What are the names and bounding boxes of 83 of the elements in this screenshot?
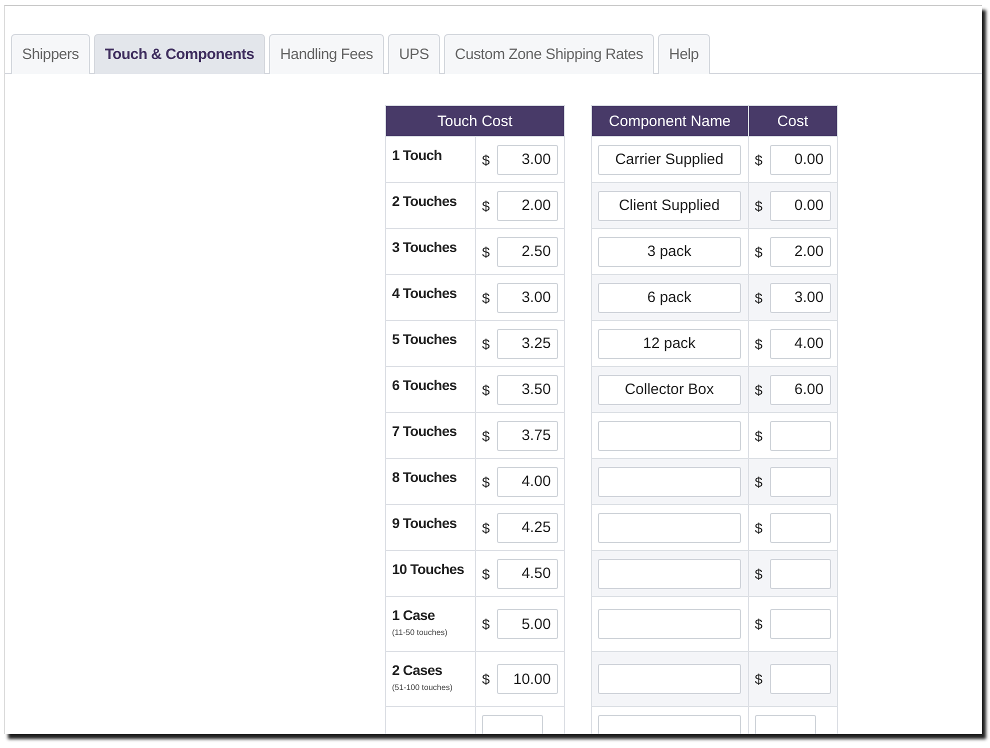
- currency-symbol: $: [754, 616, 763, 632]
- price-field[interactable]: 2.00: [770, 236, 831, 266]
- price-field[interactable]: 3.25: [496, 328, 558, 358]
- row-note: (11-50 touches): [392, 628, 448, 637]
- price-field[interactable]: 4.00: [496, 466, 558, 496]
- price-field[interactable]: 10.00: [496, 664, 558, 694]
- price-field[interactable]: 4.25: [496, 512, 558, 542]
- currency-symbol: $: [482, 428, 490, 444]
- price-field[interactable]: 2.50: [496, 236, 558, 266]
- row-label: 2 Touches: [392, 193, 458, 209]
- price-field[interactable]: 0.00: [770, 144, 831, 174]
- price-field[interactable]: 2.00: [496, 190, 558, 220]
- component-name-field[interactable]: Client Supplied: [598, 190, 741, 220]
- component-name-field[interactable]: [598, 466, 741, 496]
- currency-symbol: $: [482, 616, 490, 632]
- price-field[interactable]: 3.00: [496, 144, 558, 174]
- price-field[interactable]: [770, 664, 831, 694]
- currency-symbol: $: [754, 428, 763, 444]
- currency-symbol: $: [754, 336, 763, 352]
- row-label: 1 Case: [392, 607, 436, 623]
- price-field[interactable]: 3.75: [496, 420, 558, 450]
- component-name-field[interactable]: 12 pack: [598, 328, 741, 358]
- column-header: Cost: [748, 106, 838, 136]
- currency-symbol: $: [482, 474, 490, 490]
- currency-symbol: $: [482, 290, 490, 306]
- price-field[interactable]: 0.00: [770, 190, 831, 220]
- tab[interactable]: Shippers: [11, 34, 90, 74]
- price-field[interactable]: 5.00: [496, 609, 558, 639]
- tab[interactable]: Touch & Components: [94, 34, 266, 74]
- row-label: 10 Touches: [392, 561, 465, 577]
- currency-symbol: $: [754, 290, 763, 306]
- row-note: (51-100 touches): [392, 683, 454, 692]
- price-field[interactable]: 6.00: [770, 374, 831, 404]
- currency-symbol: $: [482, 336, 490, 352]
- price-field[interactable]: 3.50: [496, 374, 558, 404]
- tab[interactable]: Handling Fees: [269, 34, 384, 74]
- currency-symbol: $: [482, 382, 490, 398]
- tab[interactable]: Help: [658, 34, 710, 74]
- price-field[interactable]: [770, 558, 831, 588]
- row-label: 5 Touches: [392, 331, 458, 347]
- row-label: 1 Touch: [392, 147, 443, 163]
- price-field[interactable]: [770, 420, 831, 450]
- price-field[interactable]: 4.00: [770, 328, 831, 358]
- price-field[interactable]: [770, 609, 831, 639]
- currency-symbol: $: [482, 520, 490, 536]
- currency-symbol: $: [754, 474, 763, 490]
- component-name-field[interactable]: [598, 609, 741, 639]
- component-name-field[interactable]: [598, 512, 741, 542]
- currency-symbol: $: [482, 244, 490, 260]
- currency-symbol: $: [482, 671, 490, 687]
- row-label: 8 Touches: [392, 469, 458, 485]
- currency-symbol: $: [754, 671, 763, 687]
- currency-symbol: $: [482, 152, 490, 168]
- currency-symbol: $: [482, 198, 490, 214]
- row-label: 3 Touches: [392, 239, 458, 255]
- price-field[interactable]: [770, 466, 831, 496]
- row-label: 9 Touches: [392, 515, 458, 531]
- currency-symbol: $: [754, 244, 763, 260]
- component-name-field[interactable]: [598, 664, 741, 694]
- component-name-field[interactable]: 3 pack: [598, 236, 741, 266]
- component-name-field[interactable]: 6 pack: [598, 282, 741, 312]
- price-field[interactable]: 4.50: [496, 558, 558, 588]
- tab[interactable]: Custom Zone Shipping Rates: [444, 34, 654, 74]
- currency-symbol: $: [754, 520, 763, 536]
- component-name-field[interactable]: [598, 420, 741, 450]
- column-header: Component Name: [591, 106, 748, 136]
- row-label: 7 Touches: [392, 423, 458, 439]
- component-name-field[interactable]: [598, 558, 741, 588]
- row-label: 6 Touches: [392, 377, 458, 393]
- tab[interactable]: UPS: [388, 34, 440, 74]
- currency-symbol: $: [754, 152, 763, 168]
- currency-symbol: $: [754, 382, 763, 398]
- component-name-field[interactable]: Collector Box: [598, 374, 741, 404]
- currency-symbol: $: [754, 566, 763, 582]
- row-label: 4 Touches: [392, 285, 458, 301]
- table-header: Touch Cost: [386, 106, 564, 136]
- row-label: 2 Cases: [392, 662, 444, 678]
- currency-symbol: $: [754, 198, 763, 214]
- price-field[interactable]: 3.00: [496, 282, 558, 312]
- price-field[interactable]: 3.00: [770, 282, 831, 312]
- component-name-field[interactable]: Carrier Supplied: [598, 144, 741, 174]
- currency-symbol: $: [482, 566, 490, 582]
- price-field[interactable]: [770, 512, 831, 542]
